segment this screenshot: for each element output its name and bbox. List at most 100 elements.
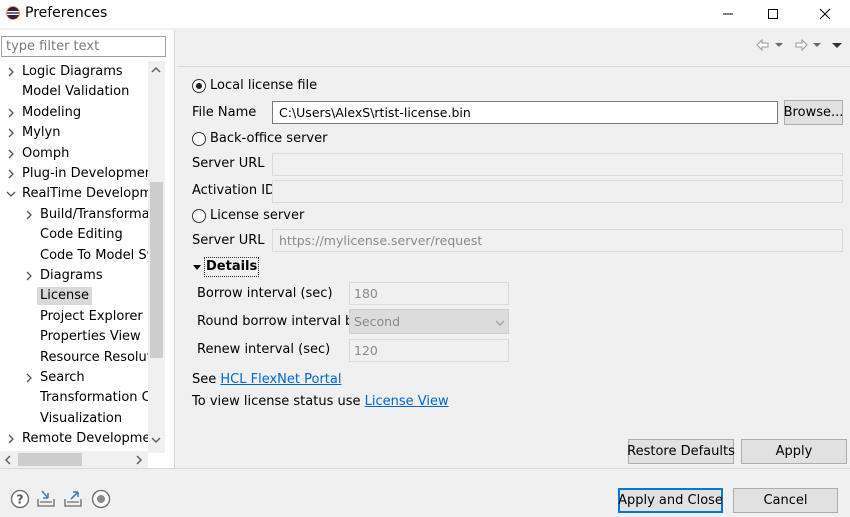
local-license-radio-label: Local license file [210, 78, 318, 93]
renew-interval-label: Renew interval (sec) [197, 342, 331, 357]
tree-item-realtime-developme[interactable]: RealTime Developme [0, 184, 148, 204]
cancel-button[interactable]: Cancel [733, 488, 838, 513]
backoffice-server-url-label: Server URL [192, 156, 265, 171]
tree-item-diagrams[interactable]: Diagrams [0, 266, 148, 286]
tree-item-label: License [37, 287, 93, 306]
hcl-flexnet-portal-link[interactable]: HCL FlexNet Portal [220, 372, 341, 387]
chevron-right-icon[interactable] [24, 210, 34, 220]
tree-item-label: RealTime Developme [22, 186, 148, 202]
back-dropdown-icon[interactable] [775, 43, 783, 47]
chevron-right-icon[interactable] [6, 128, 16, 138]
maximize-button[interactable] [750, 0, 796, 28]
back-office-server-radio-label: Back-office server [210, 131, 328, 146]
help-icon[interactable]: ? [10, 489, 30, 509]
scroll-up-icon[interactable] [150, 65, 162, 75]
tree-item-label: Mylyn [22, 125, 61, 141]
tree-item-label: Code Editing [40, 227, 123, 243]
tree-item-label: Visualization [40, 410, 123, 426]
tree-item-license[interactable]: License [0, 286, 148, 306]
tree-item-oomph[interactable]: Oomph [0, 144, 148, 164]
details-expanded-icon[interactable] [192, 262, 202, 272]
minimize-button[interactable] [705, 0, 751, 28]
back-office-server-radio[interactable] [192, 132, 206, 146]
tree-item-plug-in-development[interactable]: Plug-in Development [0, 164, 148, 184]
backoffice-server-url-input[interactable] [272, 153, 843, 176]
scroll-right-icon[interactable] [134, 454, 144, 466]
apply-and-close-button[interactable]: Apply and Close [618, 488, 723, 513]
file-name-input[interactable]: C:\Users\AlexS\rtist-license.bin [272, 101, 778, 124]
dialog-button-separator [0, 468, 850, 469]
license-server-radio[interactable] [192, 209, 206, 223]
chevron-right-icon[interactable] [6, 169, 16, 179]
tree-item-mylyn[interactable]: Mylyn [0, 123, 148, 143]
chevron-right-icon[interactable] [24, 271, 34, 281]
filter-input[interactable] [1, 36, 166, 57]
scroll-left-icon[interactable] [3, 454, 13, 466]
tree-item-model-validation[interactable]: Model Validation [0, 82, 148, 102]
window-title: Preferences [25, 5, 108, 21]
tree-item-modeling[interactable]: Modeling [0, 103, 148, 123]
round-borrow-interval-select[interactable]: Second [349, 309, 509, 334]
borrow-interval-input[interactable]: 180 [349, 282, 509, 305]
tree-item-properties-view[interactable]: Properties View [0, 327, 148, 347]
chevron-right-icon[interactable] [24, 373, 34, 383]
details-toggle[interactable]: Details [204, 257, 260, 277]
tree-item-resource-resolutio[interactable]: Resource Resolutio [0, 348, 148, 368]
export-icon[interactable] [63, 489, 83, 509]
browse-button[interactable]: Browse... [784, 100, 843, 125]
tree-item-label: Search [40, 370, 85, 385]
tree-item-code-to-model-sy[interactable]: Code To Model Sy [0, 246, 148, 266]
restore-defaults-button[interactable]: Restore Defaults [627, 439, 735, 464]
view-menu-icon[interactable] [832, 43, 842, 48]
back-arrow-icon[interactable] [756, 38, 769, 52]
tree-item-logic-diagrams[interactable]: Logic Diagrams [0, 62, 148, 82]
tree-item-label: Diagrams [40, 268, 103, 283]
header-separator [177, 66, 850, 67]
close-button[interactable] [802, 0, 848, 28]
tree-item-code-editing[interactable]: Code Editing [0, 225, 148, 245]
tree-horizontal-scroll-thumb[interactable] [18, 453, 82, 466]
import-icon[interactable] [36, 489, 56, 509]
license-view-line: To view license status use License View [192, 394, 449, 409]
license-view-link[interactable]: License View [365, 394, 449, 409]
license-server-radio-label: License server [210, 208, 305, 223]
tree-item-label: Oomph [22, 145, 70, 161]
tree-item-label: Build/Transformati [40, 206, 148, 222]
apply-button[interactable]: Apply [741, 439, 847, 464]
license-server-url-label: Server URL [192, 233, 265, 248]
tree-item-build-transformati[interactable]: Build/Transformati [0, 205, 148, 225]
chevron-right-icon[interactable] [6, 149, 16, 159]
forward-dropdown-icon[interactable] [813, 43, 821, 47]
chevron-down-icon[interactable] [6, 189, 16, 199]
chevron-down-icon [495, 320, 505, 326]
borrow-interval-label: Borrow interval (sec) [197, 286, 333, 301]
tree-item-label: Transformation Co [40, 390, 148, 406]
tree-item-search[interactable]: Search [0, 368, 148, 388]
tree-item-transformation-co[interactable]: Transformation Co [0, 388, 148, 408]
eclipse-app-icon [6, 6, 20, 20]
tree-item-label: Logic Diagrams [22, 64, 123, 79]
tree-item-label: Code To Model Sy [40, 247, 148, 263]
maximize-icon [768, 9, 778, 19]
activation-id-input[interactable] [272, 180, 843, 203]
license-server-url-input[interactable]: https://mylicense.server/request [272, 229, 843, 252]
chevron-right-icon[interactable] [6, 67, 16, 77]
forward-arrow-icon[interactable] [795, 38, 808, 52]
tree-item-label: Resource Resolutio [40, 349, 148, 365]
tree-item-label: Project Explorer [40, 308, 143, 324]
svg-text:?: ? [17, 493, 24, 507]
scroll-down-icon[interactable] [150, 435, 162, 445]
record-icon[interactable] [91, 489, 111, 509]
chevron-right-icon[interactable] [6, 108, 16, 118]
renew-interval-input[interactable]: 120 [349, 339, 509, 362]
tree-item-project-explorer[interactable]: Project Explorer [0, 307, 148, 327]
tree-item-label: Model Validation [22, 84, 130, 100]
tree-item-label: Remote Developmen [22, 431, 148, 447]
chevron-right-icon[interactable] [6, 434, 16, 444]
round-borrow-interval-label: Round borrow interval by [197, 314, 362, 329]
local-license-radio[interactable] [192, 79, 206, 93]
tree-vertical-scroll-thumb[interactable] [150, 182, 163, 358]
tree-item-remote-developmen[interactable]: Remote Developmen [0, 429, 148, 449]
tree-item-label: Plug-in Development [22, 166, 148, 181]
tree-item-visualization[interactable]: Visualization [0, 409, 148, 429]
